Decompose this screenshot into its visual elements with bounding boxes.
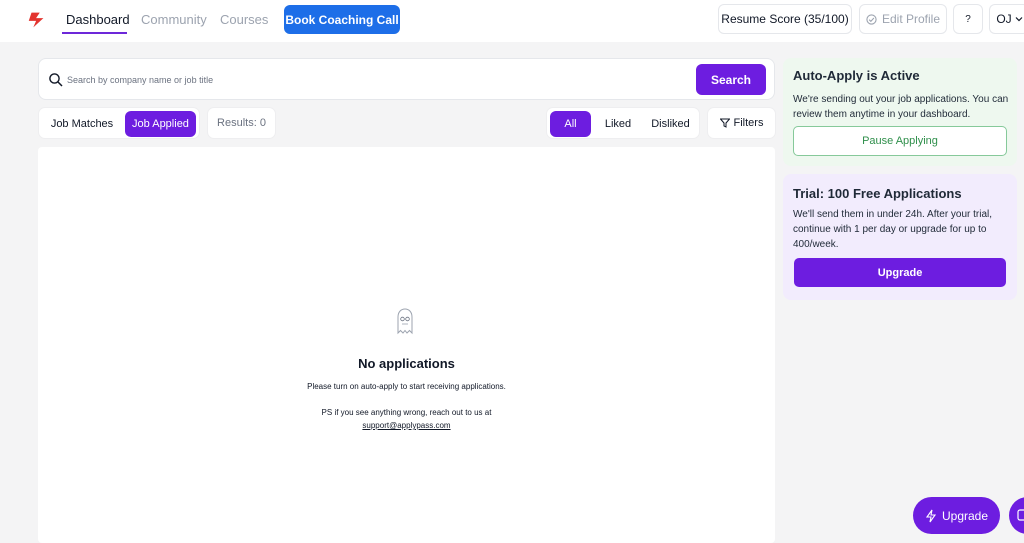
- nav-courses[interactable]: Courses: [220, 12, 268, 27]
- auto-apply-text: We're sending out your job applications.…: [793, 94, 1009, 120]
- filter-icon: [719, 118, 730, 128]
- tab-job-applied[interactable]: Job Applied: [125, 111, 196, 137]
- check-circle-icon: [866, 13, 877, 25]
- filters-button[interactable]: Filters: [707, 107, 776, 139]
- nav-community[interactable]: Community: [141, 12, 207, 27]
- filters-label: Filters: [733, 117, 764, 129]
- top-nav: Dashboard Community Courses Book Coachin…: [0, 0, 1024, 42]
- support-note: PS if you see anything wrong, reach out …: [321, 408, 492, 417]
- trial-upgrade-button[interactable]: Upgrade: [794, 258, 1006, 287]
- search-button[interactable]: Search: [696, 64, 766, 95]
- search-icon: [49, 73, 63, 87]
- search-input[interactable]: [67, 69, 667, 91]
- nav-dashboard[interactable]: Dashboard: [66, 12, 130, 27]
- lightning-icon: [925, 509, 937, 522]
- nav-active-indicator: [62, 32, 127, 34]
- logo-icon[interactable]: [26, 9, 48, 31]
- resume-score-button[interactable]: Resume Score (35/100): [718, 4, 852, 34]
- tab-job-matches[interactable]: Job Matches: [42, 111, 122, 137]
- chat-icon: [1017, 509, 1024, 521]
- pause-applying-button[interactable]: Pause Applying: [793, 126, 1007, 156]
- chat-button[interactable]: [1009, 497, 1024, 534]
- support-email-link[interactable]: support@applypass.com: [362, 421, 450, 430]
- auto-apply-card: Auto-Apply is Active We're sending out y…: [783, 58, 1017, 166]
- help-button[interactable]: ?: [953, 4, 983, 34]
- like-filter-tabs: All Liked Disliked: [546, 107, 700, 139]
- chevron-down-icon: [1015, 17, 1023, 22]
- ghost-icon: [397, 308, 413, 335]
- user-initials: OJ: [996, 12, 1012, 26]
- floating-upgrade-label: Upgrade: [941, 508, 989, 523]
- search-bar: Search: [38, 58, 775, 100]
- applications-panel: No applications Please turn on auto-appl…: [38, 147, 775, 543]
- floating-upgrade-button[interactable]: Upgrade: [913, 497, 1000, 534]
- trial-title: Trial: 100 Free Applications: [793, 186, 962, 201]
- trial-text: We'll send them in under 24h. After your…: [793, 209, 993, 250]
- view-tabs: Job Matches Job Applied: [38, 107, 200, 139]
- results-count: Results: 0: [207, 107, 276, 139]
- tab-disliked[interactable]: Disliked: [644, 111, 697, 137]
- empty-state-title: No applications: [358, 356, 455, 371]
- edit-profile-label: Edit Profile: [881, 12, 941, 26]
- auto-apply-title: Auto-Apply is Active: [793, 68, 920, 83]
- user-menu[interactable]: OJ: [989, 4, 1024, 34]
- tab-all[interactable]: All: [550, 111, 591, 137]
- resume-score-label: Resume Score (35/100): [721, 12, 849, 26]
- trial-card: Trial: 100 Free Applications We'll send …: [783, 174, 1017, 300]
- book-coaching-call-button[interactable]: Book Coaching Call: [284, 5, 400, 34]
- edit-profile-button[interactable]: Edit Profile: [859, 4, 947, 34]
- empty-state-text: Please turn on auto-apply to start recei…: [307, 382, 506, 391]
- help-icon: ?: [965, 13, 971, 25]
- tab-liked[interactable]: Liked: [597, 111, 639, 137]
